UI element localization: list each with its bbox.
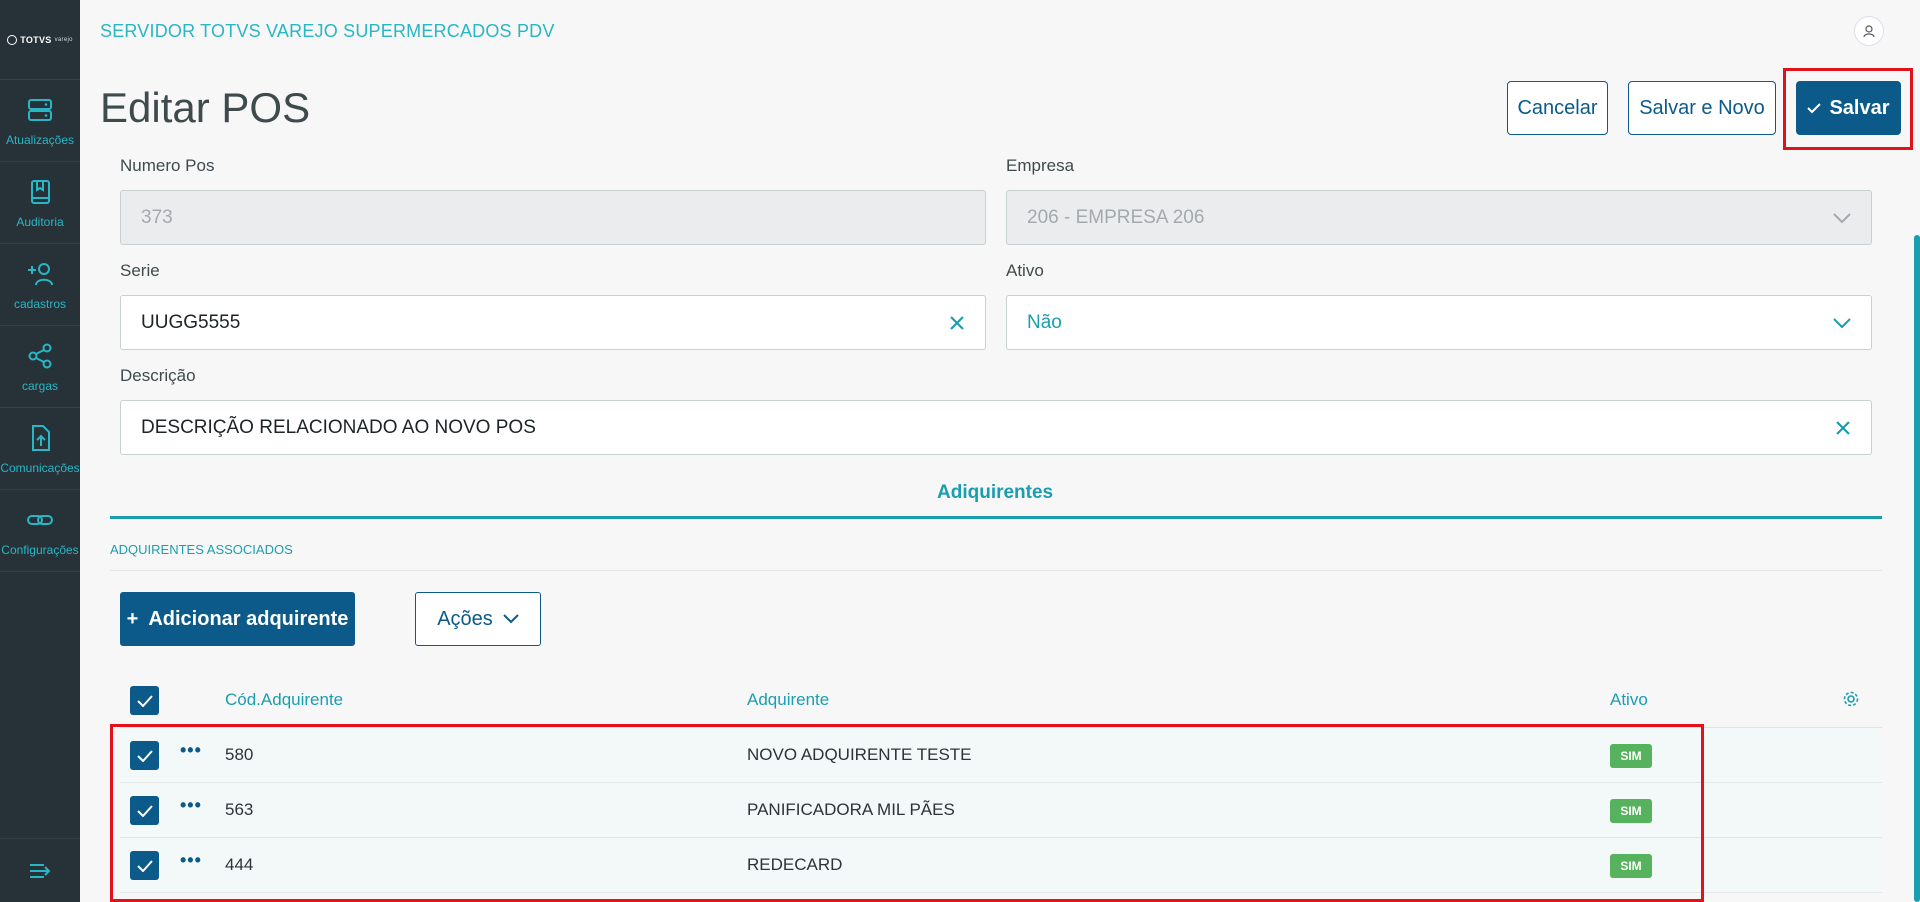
select-all-checkbox[interactable] xyxy=(130,686,159,715)
clear-icon[interactable] xyxy=(949,315,965,331)
descricao-input[interactable]: DESCRIÇÃO RELACIONADO AO NOVO POS xyxy=(120,400,1872,455)
chevron-down-icon xyxy=(503,614,519,624)
scrollbar[interactable] xyxy=(1914,235,1920,902)
sidebar-item-configuracoes[interactable]: Configurações xyxy=(0,490,80,572)
add-adquirente-button[interactable]: + Adicionar adquirente xyxy=(120,592,355,646)
numero-pos-label: Numero Pos xyxy=(120,156,215,175)
table-header: Cód.Adquirente Adquirente Ativo xyxy=(120,672,1882,728)
sidebar-item-label: cadastros xyxy=(13,296,67,311)
sidebar-item-comunicacoes[interactable]: Comunicações xyxy=(0,408,80,490)
chevron-down-icon xyxy=(1833,212,1851,223)
user-avatar-button[interactable] xyxy=(1854,16,1884,46)
sidebar-item-auditoria[interactable]: Auditoria xyxy=(0,162,80,244)
column-header-ativo[interactable]: Ativo xyxy=(1610,690,1648,710)
actions-label: Ações xyxy=(437,607,493,630)
collapse-menu-icon xyxy=(30,863,51,878)
serie-input[interactable]: UUGG5555 xyxy=(120,295,986,350)
top-bar: SERVIDOR TOTVS VAREJO SUPERMERCADOS PDV xyxy=(80,0,1920,62)
section-title: ADQUIRENTES ASSOCIADOS xyxy=(110,542,293,557)
empresa-label: Empresa xyxy=(1006,156,1075,175)
totvs-logo: TOTVS varejo xyxy=(0,0,80,80)
descricao-label: Descrição xyxy=(120,366,196,385)
sidebar-item-atualizacoes[interactable]: Atualizações xyxy=(0,80,80,162)
numero-pos-value: 373 xyxy=(141,206,173,228)
empresa-value: 206 - EMPRESA 206 xyxy=(1027,206,1205,228)
chevron-down-icon xyxy=(1833,317,1851,328)
numero-pos-field: 373 xyxy=(120,190,986,245)
logo-circle-icon xyxy=(7,34,18,45)
rows-highlight-box xyxy=(110,724,1704,902)
save-highlight-box xyxy=(1783,68,1913,150)
actions-dropdown-button[interactable]: Ações xyxy=(415,592,541,646)
logo-text: TOTVS xyxy=(20,34,52,45)
ativo-value: Não xyxy=(1027,311,1062,333)
empresa-select: 206 - EMPRESA 206 xyxy=(1006,190,1872,245)
share-icon xyxy=(28,343,52,368)
add-adquirente-label: Adicionar adquirente xyxy=(148,607,349,630)
tab-adquirentes[interactable]: Adiquirentes xyxy=(937,482,1053,504)
column-header-cod[interactable]: Cód.Adquirente xyxy=(225,690,343,710)
column-header-adquirente[interactable]: Adquirente xyxy=(747,690,829,710)
logo-subtext: varejo xyxy=(54,36,73,43)
user-icon xyxy=(1863,25,1875,38)
ativo-label: Ativo xyxy=(1006,261,1044,280)
sidebar-item-cargas[interactable]: cargas xyxy=(0,326,80,408)
sidebar-item-label: Atualizações xyxy=(5,132,75,147)
sidebar-item-label: cargas xyxy=(21,378,59,393)
link-icon xyxy=(27,514,53,525)
sidebar: TOTVS varejo Atualizações Auditoria cadas… xyxy=(0,0,80,902)
sidebar-item-label: Comunicações xyxy=(0,460,80,475)
sidebar-item-cadastros[interactable]: cadastros xyxy=(0,244,80,326)
serie-label: Serie xyxy=(120,261,160,280)
collapse-menu-button[interactable] xyxy=(0,838,80,902)
serie-value: UUGG5555 xyxy=(141,311,241,333)
descricao-value: DESCRIÇÃO RELACIONADO AO NOVO POS xyxy=(141,416,536,438)
server-icon xyxy=(28,98,52,121)
sidebar-item-label: Configurações xyxy=(1,542,79,557)
check-icon xyxy=(136,694,153,707)
app-title: SERVIDOR TOTVS VAREJO SUPERMERCADOS PDV xyxy=(100,21,555,41)
plus-icon: + xyxy=(126,607,139,630)
tab-underline xyxy=(110,516,1882,519)
section-divider xyxy=(110,570,1882,571)
clear-icon[interactable] xyxy=(1835,420,1851,436)
bookmark-book-icon xyxy=(31,179,50,204)
sidebar-item-label: Auditoria xyxy=(16,214,64,229)
page-title: Editar POS xyxy=(100,84,311,131)
save-and-new-button[interactable]: Salvar e Novo xyxy=(1628,81,1776,135)
cancel-button[interactable]: Cancelar xyxy=(1507,81,1608,135)
add-user-icon xyxy=(28,262,53,285)
file-upload-icon xyxy=(32,424,50,451)
gear-icon[interactable] xyxy=(1842,690,1860,713)
ativo-select[interactable]: Não xyxy=(1006,295,1872,350)
